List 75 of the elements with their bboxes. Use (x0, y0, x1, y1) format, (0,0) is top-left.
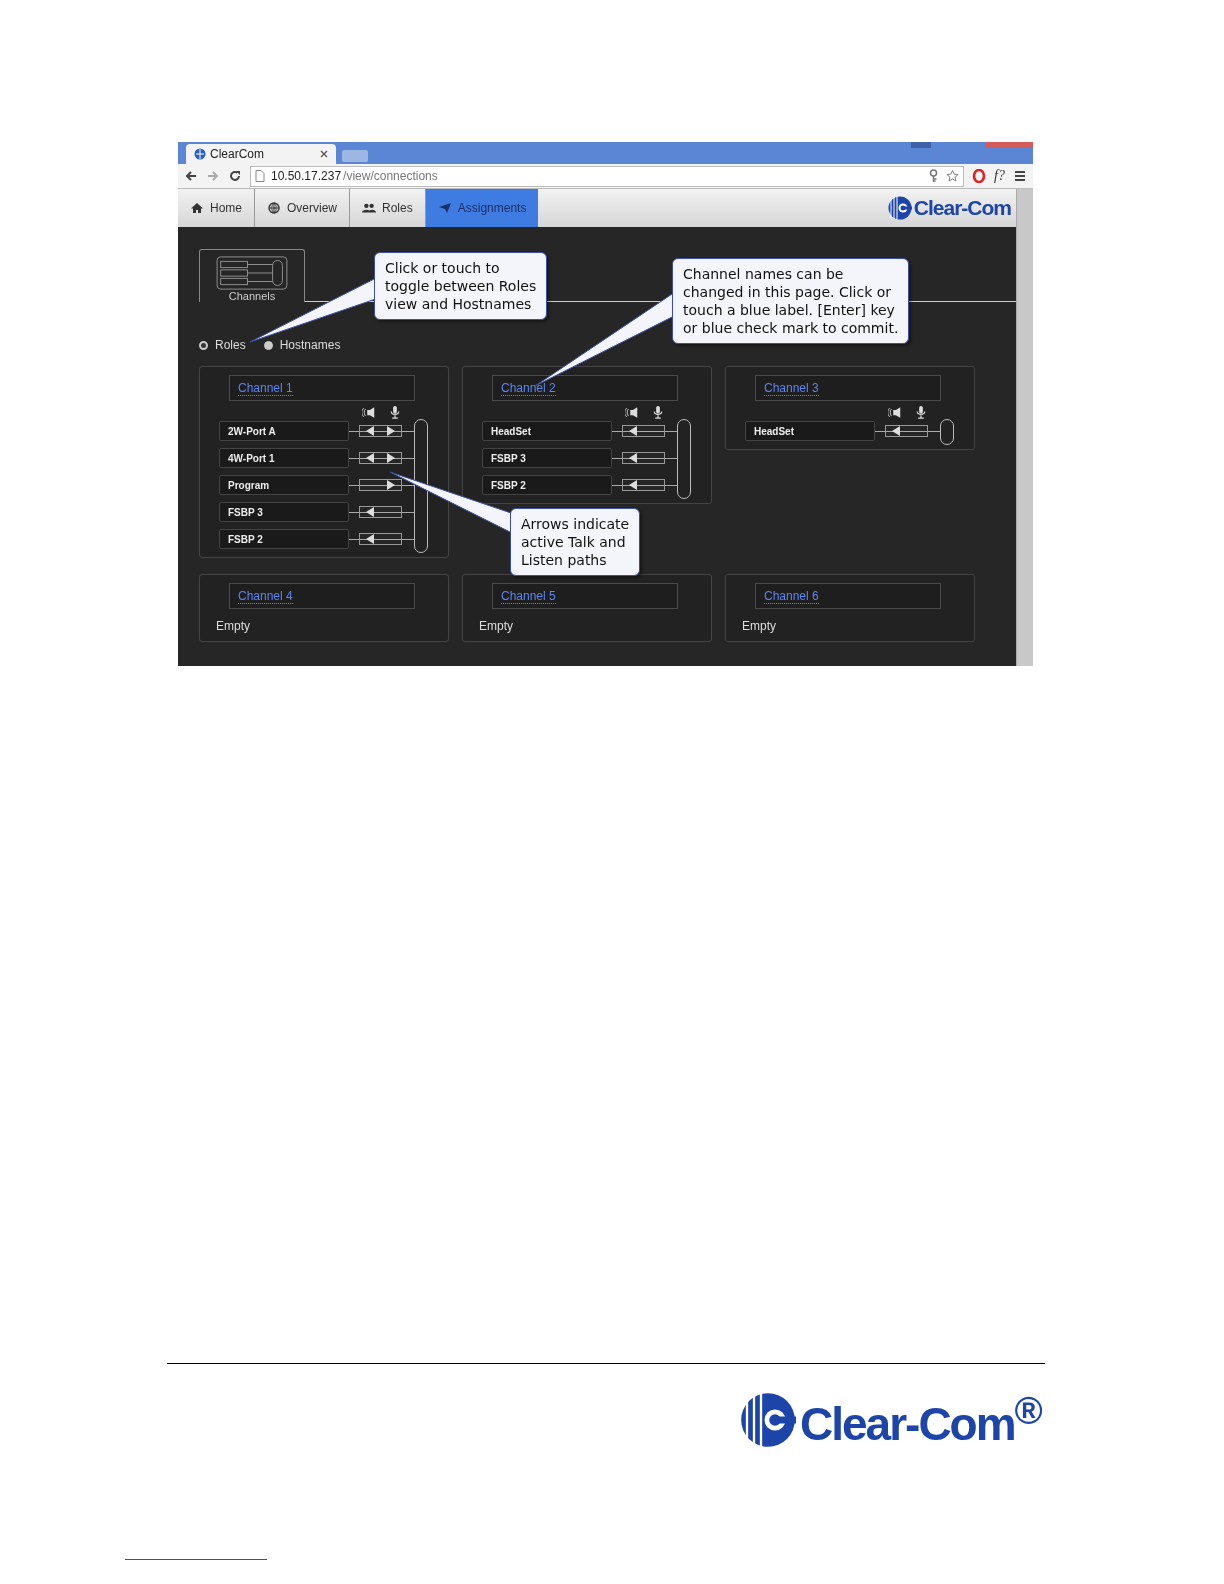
channel-name-field[interactable]: Channel 4 (229, 583, 415, 609)
channel-name-field[interactable]: Channel 3 (755, 375, 941, 401)
listen-arrow-icon (892, 426, 901, 436)
microphone-icon (388, 406, 402, 419)
port-label: FSBP 2 (482, 475, 612, 495)
listen-arrow-icon (366, 453, 375, 463)
port-label: FSBP 2 (219, 529, 349, 549)
close-icon[interactable] (320, 150, 328, 158)
radio-label: Roles (215, 338, 246, 352)
path-indicator[interactable] (359, 479, 402, 491)
logo-icon (740, 1392, 796, 1449)
back-arrow-icon[interactable] (184, 169, 198, 183)
port-label: 2W-Port A (219, 421, 349, 441)
address-field[interactable]: 10.50.17.237 /view/connections (250, 165, 965, 187)
port-label: FSBP 3 (482, 448, 612, 468)
empty-label: Empty (216, 619, 251, 633)
port-label: Program (219, 475, 349, 495)
speaker-icon (888, 406, 902, 419)
listen-arrow-icon (629, 453, 638, 463)
nav-tab[interactable]: Overview (255, 189, 351, 227)
listen-arrow-icon (629, 426, 638, 436)
channel-name-field[interactable]: Channel 1 (229, 375, 415, 401)
channel-name-field[interactable]: Channel 6 (755, 583, 941, 609)
speaker-icon (362, 406, 376, 419)
channel-name-field[interactable]: Channel 2 (492, 375, 678, 401)
port-label: 4W-Port 1 (219, 448, 349, 468)
ring-icon[interactable] (972, 169, 987, 183)
channel-name-field[interactable]: Channel 5 (492, 583, 678, 609)
empty-label: Empty (479, 619, 514, 633)
page-icon (255, 170, 265, 182)
browser-tab[interactable]: ClearCom (186, 144, 336, 164)
people-icon (362, 202, 377, 214)
port-label: HeadSet (745, 421, 875, 441)
radio-button[interactable] (263, 340, 273, 350)
callout-text: Channel names can be changed in this page. Click or touch a blue label. [Enter] key or blue check mark to commit. (672, 258, 910, 344)
globe-icon (194, 148, 206, 160)
path-indicator[interactable] (359, 452, 402, 464)
tab-title: ClearCom (210, 147, 265, 161)
microphone-icon (651, 406, 665, 419)
talk-arrow-icon (386, 453, 395, 463)
empty-label: Empty (742, 619, 777, 633)
listen-arrow-icon (366, 534, 375, 544)
menu-icon[interactable] (1013, 169, 1027, 183)
globe-icon (267, 202, 281, 214)
extension-button[interactable]: f? (994, 168, 1005, 184)
listen-arrow-icon (366, 507, 375, 517)
path-indicator[interactable] (622, 479, 665, 491)
talk-arrow-icon (386, 480, 395, 490)
path-indicator[interactable] (359, 425, 402, 437)
port-label: HeadSet (482, 421, 612, 441)
star-icon[interactable] (946, 169, 960, 183)
logo-icon (887, 196, 912, 220)
path-indicator[interactable] (622, 452, 665, 464)
channels-view-tab[interactable]: Channels (199, 249, 305, 302)
radio-button[interactable] (199, 340, 208, 350)
path-indicator[interactable] (622, 425, 665, 437)
logo-text: Clear-Com (913, 196, 1011, 220)
listen-arrow-icon (629, 480, 638, 490)
nav-tab[interactable]: Home (178, 189, 255, 227)
home-icon (190, 202, 204, 214)
callout-text: Click or touch to toggle between Roles view and Hostnames (374, 252, 548, 320)
listen-arrow-icon (366, 426, 375, 436)
scrollbar[interactable] (1016, 189, 1033, 666)
radio-label: Hostnames (279, 338, 341, 352)
callout-text: Arrows indicate active Talk and Listen paths (510, 508, 641, 576)
path-indicator[interactable] (359, 533, 402, 545)
talk-arrow-icon (386, 426, 395, 436)
reload-icon[interactable] (228, 169, 242, 183)
port-label: FSBP 3 (219, 502, 349, 522)
speaker-icon (625, 406, 639, 419)
path-indicator[interactable] (359, 506, 402, 518)
path-indicator[interactable] (885, 425, 928, 437)
microphone-icon (914, 406, 928, 419)
nav-tab[interactable]: Roles (350, 189, 426, 227)
logo-text: Clear-Com$^{®}$ (800, 1389, 1041, 1452)
